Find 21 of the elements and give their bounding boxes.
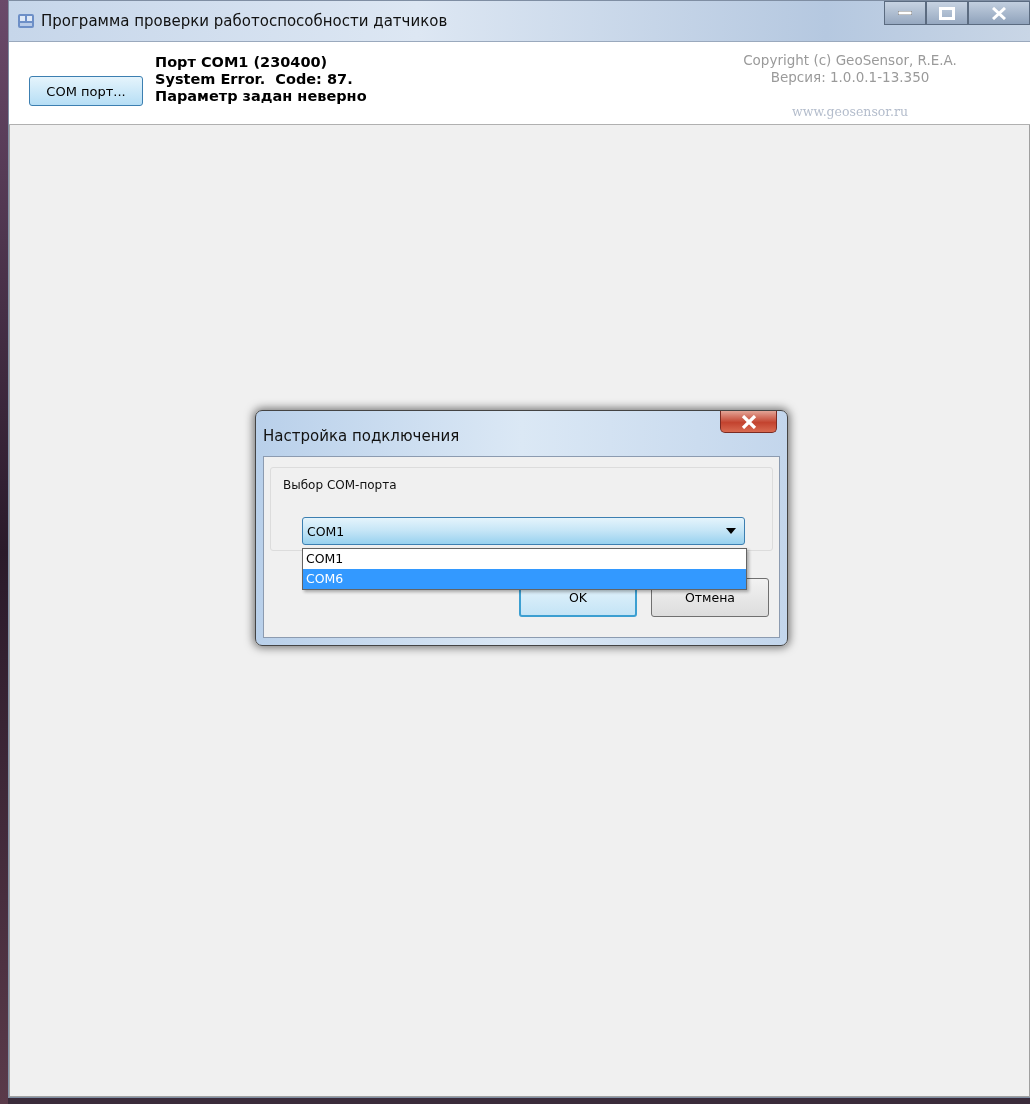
window-title: Программа проверки работоспособности датчиков: [41, 12, 449, 30]
copyright-text: Copyright (c) GeoSensor, R.E.A.: [743, 52, 957, 69]
maximize-button[interactable]: [926, 1, 968, 25]
maximize-icon: [939, 6, 955, 20]
close-icon: [740, 414, 757, 429]
group-label: Выбор COM-порта: [283, 478, 397, 492]
com-port-button[interactable]: COM порт...: [29, 76, 143, 106]
com-port-dropdown[interactable]: COM1: [302, 517, 745, 545]
status-text: System Error. Code: 87.: [155, 71, 354, 88]
close-button[interactable]: [968, 1, 1030, 25]
dropdown-arrow-icon: [726, 528, 736, 534]
app-icon: [17, 12, 35, 30]
dropdown-option[interactable]: COM1: [303, 549, 746, 569]
status-text: Параметр задан неверно: [155, 88, 368, 105]
dialog-title: Настройка подключения: [263, 427, 460, 445]
close-icon: [992, 6, 1006, 20]
status-text: Порт COM1 (230400): [155, 54, 329, 71]
minimize-icon: [898, 11, 912, 15]
minimize-button[interactable]: [884, 1, 926, 25]
close-button[interactable]: [720, 411, 777, 433]
version-text: Версия: 1.0.0.1-13.350: [770, 69, 930, 86]
